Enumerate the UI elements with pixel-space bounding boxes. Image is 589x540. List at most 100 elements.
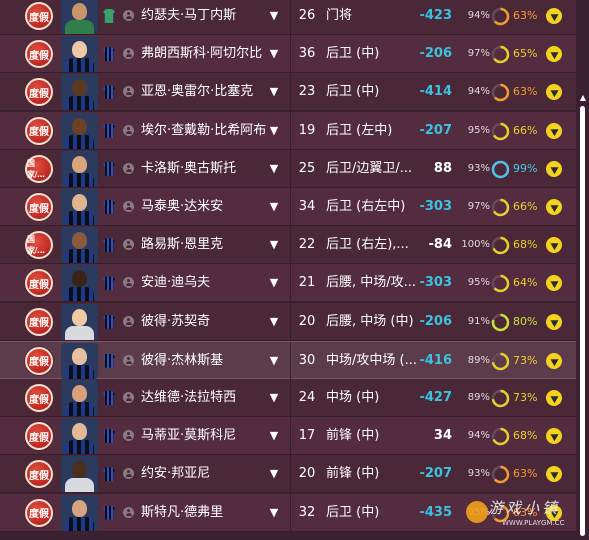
rating-change: -414 <box>419 84 452 100</box>
player-name[interactable]: 马蒂亚·莫斯科尼 <box>141 417 266 455</box>
chevron-down-icon[interactable]: ▼ <box>266 428 282 444</box>
action-arrow-icon[interactable] <box>546 84 562 101</box>
player-row[interactable]: 度假 马蒂亚·莫斯科尼 ▼ 17 前锋 (中) 34 94% 68% <box>0 417 589 456</box>
player-name[interactable]: 达维德·法拉特西 <box>141 379 266 417</box>
player-photo <box>61 380 98 416</box>
chevron-down-icon[interactable]: ▼ <box>266 505 282 521</box>
fitness-percent: 97% <box>467 48 490 60</box>
action-arrow-icon[interactable] <box>546 313 562 330</box>
action-arrow-icon[interactable] <box>546 237 562 254</box>
status-badge[interactable]: 度假 <box>25 116 53 145</box>
action-arrow-icon[interactable] <box>546 8 562 24</box>
status-badge[interactable]: 国家/... <box>25 154 53 183</box>
action-arrow-icon[interactable] <box>546 199 562 215</box>
morale-percent: 68% <box>513 238 538 252</box>
player-name[interactable]: 马泰奥·达米安 <box>141 188 266 226</box>
person-icon <box>123 124 134 136</box>
player-photo <box>61 418 98 455</box>
chevron-down-icon[interactable]: ▼ <box>266 314 282 330</box>
player-age: 34 <box>298 199 316 214</box>
action-arrow-icon[interactable] <box>546 46 562 63</box>
fitness-percent: 91% <box>467 315 490 327</box>
column-divider <box>290 302 291 341</box>
player-name[interactable]: 彼得·杰林斯基 <box>141 342 266 380</box>
player-position: 后卫 (中) <box>326 504 380 520</box>
chevron-down-icon[interactable]: ▼ <box>266 353 282 369</box>
status-badge[interactable]: 度假 <box>25 307 53 336</box>
chevron-down-icon[interactable]: ▼ <box>266 199 282 215</box>
person-icon <box>123 86 134 98</box>
player-row[interactable]: 度假 亚恩·奥雷尔·比塞克 ▼ 23 后卫 (中) -414 94% 63% <box>0 73 589 112</box>
player-age: 30 <box>298 352 316 368</box>
chevron-down-icon[interactable]: ▼ <box>266 275 282 291</box>
person-icon <box>123 468 134 480</box>
status-badge[interactable]: 度假 <box>25 384 53 412</box>
morale-ring-icon <box>491 275 510 293</box>
chevron-down-icon[interactable]: ▼ <box>266 390 282 406</box>
player-row[interactable]: 度假 安迪·迪乌夫 ▼ 21 后腰, 中场/攻... -303 95% 64% <box>0 264 589 303</box>
person-icon <box>123 162 134 174</box>
kit-shirt-icon <box>103 200 115 214</box>
status-badge[interactable]: 度假 <box>25 2 53 30</box>
status-badge[interactable]: 度假 <box>25 269 53 298</box>
player-age: 20 <box>298 313 316 329</box>
player-row[interactable]: 度假 弗朗西斯科·阿切尔比 ▼ 36 后卫 (中) -206 97% 65% <box>0 35 589 74</box>
morale-ring-icon <box>491 160 510 179</box>
chevron-down-icon[interactable]: ▼ <box>266 466 282 482</box>
fitness-percent: 100% <box>461 239 490 251</box>
scroll-up-arrow-icon[interactable]: ▲ <box>579 94 587 102</box>
player-name[interactable]: 亚恩·奥雷尔·比塞克 <box>141 73 266 111</box>
scrollbar-thumb[interactable] <box>580 106 585 536</box>
status-badge[interactable]: 度假 <box>25 40 53 69</box>
player-row[interactable]: 度假 彼得·苏契奇 ▼ 20 后腰, 中场 (中) -206 91% 80% <box>0 302 589 341</box>
column-divider <box>290 111 291 150</box>
status-badge[interactable]: 国家/... <box>25 231 53 260</box>
fitness-percent: 95% <box>467 506 490 518</box>
action-arrow-icon[interactable] <box>546 504 562 521</box>
player-row[interactable]: 度假 约安·邦亚尼 ▼ 20 前锋 (中) -207 93% 63% <box>0 455 589 494</box>
player-row[interactable]: 度假 马泰奥·达米安 ▼ 34 后卫 (右左中) -303 97% 66% <box>0 188 589 226</box>
player-name[interactable]: 卡洛斯·奥古斯托 <box>141 150 266 188</box>
player-row[interactable]: 国家/... 卡洛斯·奥古斯托 ▼ 25 后卫/边翼卫/... 88 93% 9… <box>0 149 589 188</box>
fitness-percent: 89% <box>467 354 490 366</box>
action-arrow-icon[interactable] <box>546 390 562 406</box>
player-row[interactable]: 度假 埃尔·查戴勒·比希阿布 ▼ 19 后卫 (左中) -207 95% 66% <box>0 111 589 150</box>
chevron-down-icon[interactable]: ▼ <box>266 84 282 100</box>
status-badge[interactable]: 度假 <box>25 422 53 451</box>
player-row[interactable]: 度假 达维德·法拉特西 ▼ 24 中场 (中) -427 89% 73% <box>0 379 589 417</box>
chevron-down-icon[interactable]: ▼ <box>266 161 282 177</box>
action-arrow-icon[interactable] <box>546 122 562 139</box>
player-name[interactable]: 约瑟夫·马丁内斯 <box>141 0 266 35</box>
status-badge[interactable]: 度假 <box>25 346 53 375</box>
chevron-down-icon[interactable]: ▼ <box>266 46 282 62</box>
player-row[interactable]: 国家/... 路易斯·恩里克 ▼ 22 后卫 (右左),... -84 100%… <box>0 226 589 265</box>
player-row[interactable]: 度假 约瑟夫·马丁内斯 ▼ 26 门将 -423 94% 63% <box>0 0 589 35</box>
action-arrow-icon[interactable] <box>546 352 562 369</box>
player-name[interactable]: 安迪·迪乌夫 <box>141 264 266 302</box>
kit-shirt-icon <box>103 314 115 329</box>
chevron-down-icon[interactable]: ▼ <box>266 8 282 24</box>
action-arrow-icon[interactable] <box>546 428 562 445</box>
chevron-down-icon[interactable]: ▼ <box>266 123 282 139</box>
player-photo <box>61 265 98 302</box>
player-photo <box>61 112 98 149</box>
player-name[interactable]: 斯特凡·德弗里 <box>141 494 266 532</box>
status-badge[interactable]: 度假 <box>25 78 53 107</box>
action-arrow-icon[interactable] <box>546 160 562 177</box>
player-name[interactable]: 埃尔·查戴勒·比希阿布 <box>141 112 266 150</box>
status-badge[interactable]: 度假 <box>25 193 53 221</box>
status-badge[interactable]: 度假 <box>25 460 53 489</box>
player-age: 23 <box>298 84 316 100</box>
player-name[interactable]: 弗朗西斯科·阿切尔比 <box>141 35 266 73</box>
player-position: 前锋 (中) <box>326 466 380 482</box>
player-name[interactable]: 路易斯·恩里克 <box>141 226 266 264</box>
status-badge[interactable]: 度假 <box>25 498 53 527</box>
player-name[interactable]: 彼得·苏契奇 <box>141 303 266 341</box>
player-row[interactable]: 度假 彼得·杰林斯基 ▼ 30 中场/攻中场 (... -416 89% 73% <box>0 340 589 380</box>
fitness-percent: 95% <box>467 124 490 136</box>
action-arrow-icon[interactable] <box>546 466 562 483</box>
player-name[interactable]: 约安·邦亚尼 <box>141 455 266 493</box>
action-arrow-icon[interactable] <box>546 275 562 292</box>
player-row[interactable]: 度假 斯特凡·德弗里 ▼ 32 后卫 (中) -435 95% 63% <box>0 493 589 532</box>
chevron-down-icon[interactable]: ▼ <box>266 237 282 253</box>
